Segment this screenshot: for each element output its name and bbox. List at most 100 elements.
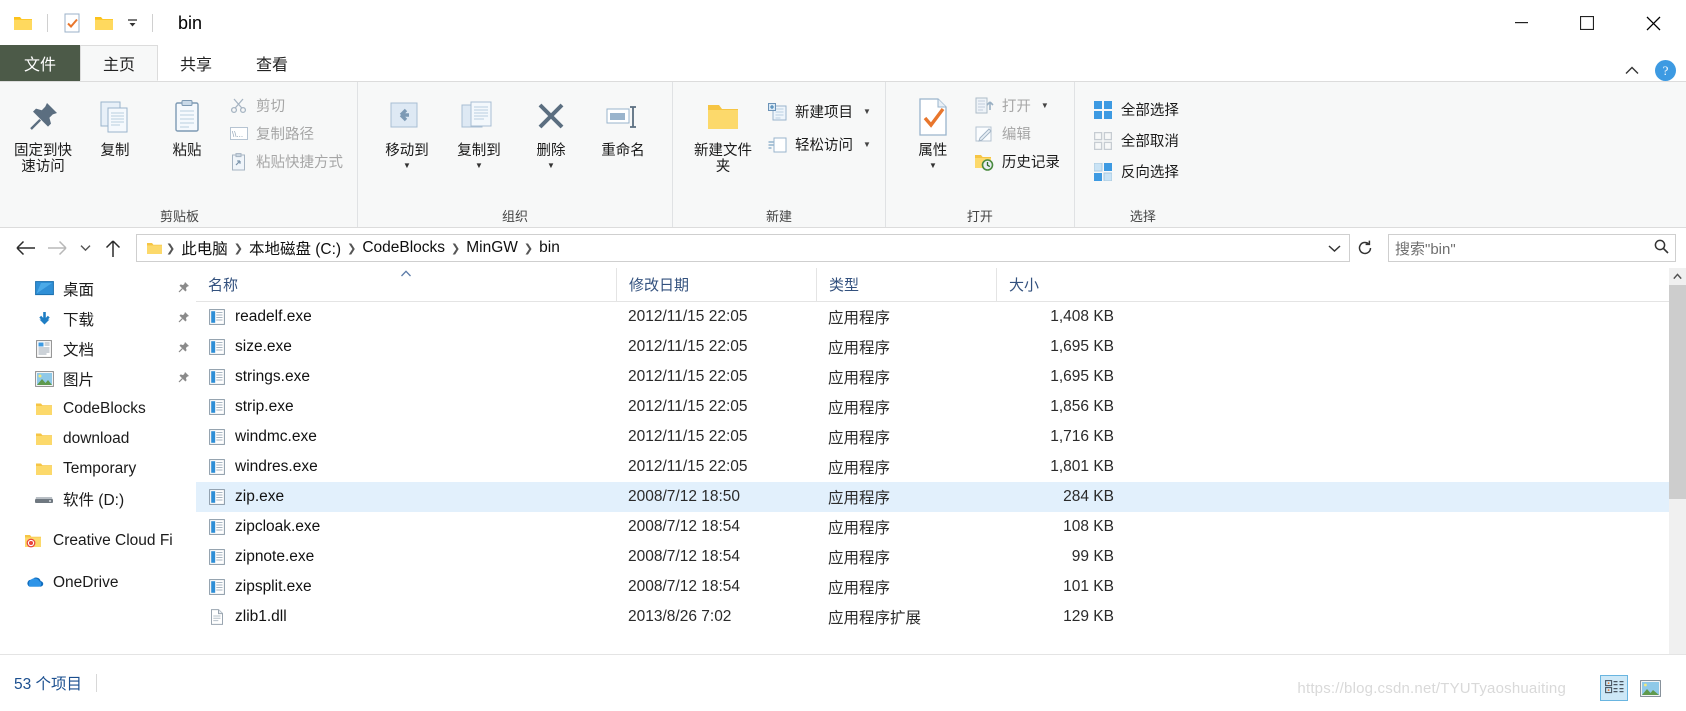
close-button[interactable]	[1620, 0, 1686, 46]
breadcrumb-bin[interactable]: bin	[534, 239, 565, 257]
copy-to-caret-icon[interactable]: ▼	[475, 161, 483, 170]
sidebar-item-downloads[interactable]: 下载	[0, 304, 196, 334]
invert-selection-button[interactable]: 反向选择	[1089, 158, 1187, 185]
minimize-button[interactable]	[1488, 0, 1554, 46]
open-button[interactable]: 打开 ▼	[970, 92, 1068, 119]
explorer-folder-icon[interactable]	[10, 10, 36, 36]
new-folder-button[interactable]: 新建文件夹	[685, 88, 761, 177]
address-dropdown-icon[interactable]	[1321, 235, 1347, 261]
file-list-scrollbar[interactable]	[1669, 268, 1686, 654]
rename-button[interactable]: 重命名	[588, 88, 658, 162]
maximize-button[interactable]	[1554, 0, 1620, 46]
pin-icon[interactable]	[177, 341, 190, 357]
breadcrumb-sep-3[interactable]: ❯	[450, 242, 461, 255]
forward-button[interactable]	[42, 233, 72, 263]
table-row[interactable]: zipcloak.exe 2008/7/12 18:54 应用程序 108 KB	[196, 512, 1686, 542]
recent-locations-button[interactable]	[74, 233, 96, 263]
search-box[interactable]: 搜索"bin"	[1388, 234, 1676, 262]
sidebar-item-codeblocks[interactable]: CodeBlocks	[0, 394, 196, 424]
sidebar-item-download-folder[interactable]: download	[0, 424, 196, 454]
column-header-date[interactable]: 修改日期	[616, 268, 816, 302]
table-row[interactable]: zlib1.dll 2013/8/26 7:02 应用程序扩展 129 KB	[196, 602, 1686, 632]
pin-icon[interactable]	[177, 281, 190, 297]
breadcrumb-sep-1[interactable]: ❯	[233, 242, 244, 255]
cell-name: readelf.exe	[196, 302, 616, 332]
table-row[interactable]: zipnote.exe 2008/7/12 18:54 应用程序 99 KB	[196, 542, 1686, 572]
column-header-type[interactable]: 类型	[816, 268, 996, 302]
table-row[interactable]: readelf.exe 2012/11/15 22:05 应用程序 1,408 …	[196, 302, 1686, 332]
scroll-thumb[interactable]	[1669, 285, 1686, 499]
table-row[interactable]: strip.exe 2012/11/15 22:05 应用程序 1,856 KB	[196, 392, 1686, 422]
up-button[interactable]	[98, 233, 128, 263]
delete-caret-icon[interactable]: ▼	[547, 161, 555, 170]
column-header-name[interactable]: 名称	[196, 268, 616, 302]
select-none-button[interactable]: 全部取消	[1089, 127, 1187, 154]
table-row[interactable]: windres.exe 2012/11/15 22:05 应用程序 1,801 …	[196, 452, 1686, 482]
table-row[interactable]: zip.exe 2008/7/12 18:50 应用程序 284 KB	[196, 482, 1686, 512]
table-row[interactable]: strings.exe 2012/11/15 22:05 应用程序 1,695 …	[196, 362, 1686, 392]
search-input[interactable]: 搜索"bin"	[1395, 238, 1654, 259]
easy-access-caret-icon[interactable]: ▼	[863, 140, 871, 149]
new-item-caret-icon[interactable]: ▼	[863, 107, 871, 116]
new-folder-icon[interactable]	[91, 10, 117, 36]
breadcrumb-this-pc[interactable]: 此电脑	[176, 237, 233, 259]
sidebar-item-onedrive[interactable]: OneDrive	[0, 568, 196, 598]
history-button[interactable]: 历史记录	[970, 148, 1068, 175]
pin-icon[interactable]	[177, 371, 190, 387]
ribbon-group-select: 全部选择 全部取消 反向选择 选择	[1073, 82, 1211, 227]
pin-to-quick-access-button[interactable]: 固定到快速访问	[8, 88, 78, 177]
breadcrumb-sep-2[interactable]: ❯	[346, 242, 357, 255]
table-row[interactable]: windmc.exe 2012/11/15 22:05 应用程序 1,716 K…	[196, 422, 1686, 452]
address-bar[interactable]: ❯ 此电脑 ❯ 本地磁盘 (C:) ❯ CodeBlocks ❯ MinGW ❯…	[136, 234, 1350, 262]
breadcrumb-sep-0[interactable]: ❯	[165, 242, 176, 255]
copy-path-button[interactable]: \\... 复制路径	[224, 120, 351, 147]
scroll-up-icon[interactable]	[1669, 268, 1686, 285]
paste-button[interactable]: 粘贴	[152, 88, 222, 162]
tab-share[interactable]: 共享	[158, 45, 234, 81]
properties-caret-icon[interactable]: ▼	[929, 161, 937, 170]
pin-icon[interactable]	[177, 311, 190, 327]
refresh-button[interactable]	[1352, 235, 1378, 261]
cell-size: 101 KB	[1063, 578, 1114, 595]
table-row[interactable]: size.exe 2012/11/15 22:05 应用程序 1,695 KB	[196, 332, 1686, 362]
easy-access-button[interactable]: 轻松访问 ▼	[763, 131, 879, 158]
breadcrumb-mingw[interactable]: MinGW	[461, 239, 523, 257]
tab-home[interactable]: 主页	[80, 45, 159, 81]
sidebar-item-drive-d[interactable]: 软件 (D:)	[0, 484, 196, 514]
copy-button[interactable]: 复制	[80, 88, 150, 162]
delete-button[interactable]: 删除 ▼	[516, 88, 586, 172]
help-icon[interactable]: ?	[1655, 60, 1676, 81]
customize-quick-access-caret-icon[interactable]	[123, 12, 141, 34]
sidebar-item-documents[interactable]: 文档	[0, 334, 196, 364]
breadcrumb-codeblocks[interactable]: CodeBlocks	[357, 239, 450, 257]
properties-checkbox-icon[interactable]	[59, 10, 85, 36]
properties-button[interactable]: 属性 ▼	[898, 88, 968, 172]
cut-button[interactable]: 剪切	[224, 92, 351, 119]
search-icon[interactable]	[1654, 239, 1669, 257]
back-button[interactable]	[10, 233, 40, 263]
sidebar-item-temporary[interactable]: Temporary	[0, 454, 196, 484]
paste-shortcut-button[interactable]: 粘贴快捷方式	[224, 148, 351, 175]
move-to-button[interactable]: 移动到 ▼	[372, 88, 442, 172]
tab-view[interactable]: 查看	[234, 45, 310, 81]
breadcrumb-local-disk-c[interactable]: 本地磁盘 (C:)	[244, 237, 346, 259]
new-item-button[interactable]: 新建项目 ▼	[763, 98, 879, 125]
column-header-size[interactable]: 大小	[996, 268, 1126, 302]
move-to-caret-icon[interactable]: ▼	[403, 161, 411, 170]
cell-type: 应用程序	[828, 400, 891, 417]
open-caret-icon[interactable]: ▼	[1041, 101, 1049, 110]
tab-file[interactable]: 文件	[0, 45, 81, 81]
sidebar-item-desktop[interactable]: 桌面	[0, 274, 196, 304]
sidebar-item-creative-cloud-files[interactable]: Creative Cloud Fi	[0, 526, 196, 556]
view-mode-buttons	[1600, 675, 1664, 701]
select-none-icon	[1093, 130, 1114, 151]
sidebar-item-pictures[interactable]: 图片	[0, 364, 196, 394]
select-all-button[interactable]: 全部选择	[1089, 96, 1187, 123]
table-row[interactable]: zipsplit.exe 2008/7/12 18:54 应用程序 101 KB	[196, 572, 1686, 602]
collapse-ribbon-icon[interactable]	[1619, 63, 1645, 78]
thumbnails-view-button[interactable]	[1636, 675, 1664, 701]
breadcrumb-sep-4[interactable]: ❯	[523, 242, 534, 255]
details-view-button[interactable]	[1600, 675, 1628, 701]
edit-button[interactable]: 编辑	[970, 120, 1068, 147]
copy-to-button[interactable]: 复制到 ▼	[444, 88, 514, 172]
